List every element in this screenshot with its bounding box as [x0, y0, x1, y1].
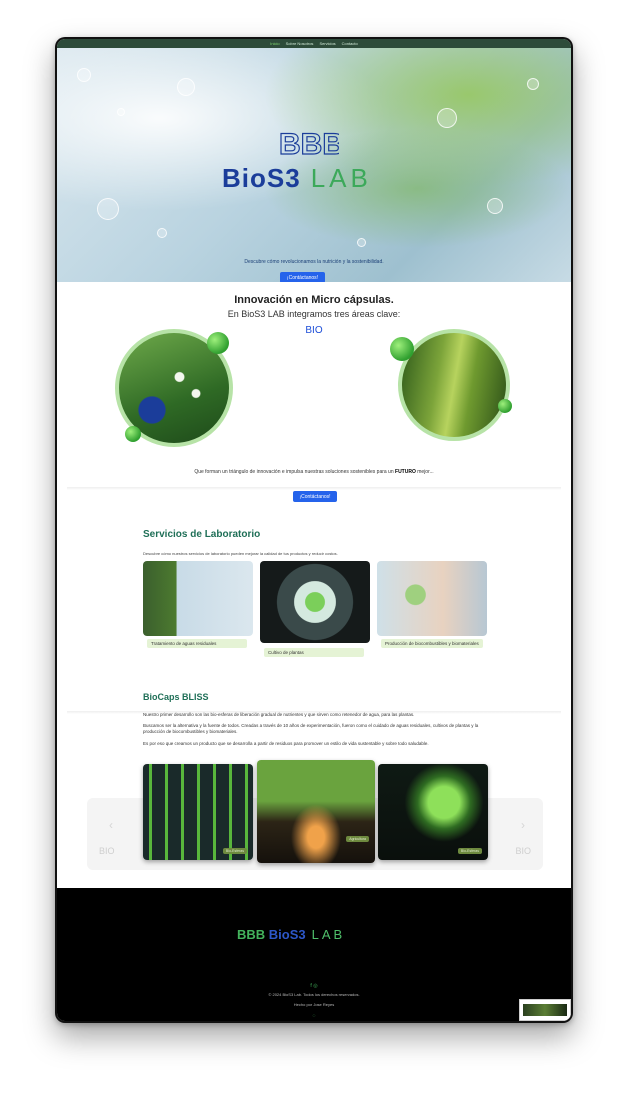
nav-item-sobre-nosotros[interactable]: Sobre Nosotros: [286, 41, 314, 46]
bubble-decoration: [117, 108, 125, 116]
service-card-label: Cultivo de plantas: [264, 648, 364, 657]
section-divider: [67, 487, 561, 490]
thumbnail-image: [523, 1004, 567, 1016]
service-card-water[interactable]: [143, 561, 253, 636]
carousel-prev-icon[interactable]: ‹: [109, 818, 113, 832]
carousel-card-tag: Bio-Esferas: [222, 848, 247, 854]
footer: BBB BioS3 LAB f ◎ © 2024 BioS3 Lab. Todos…: [57, 888, 571, 1021]
carousel-card-tag: Bio-Esferas: [457, 848, 482, 854]
nav-item-contacto[interactable]: Contacto: [342, 41, 358, 46]
biocaps-paragraph: Nuestro primer desarrollo son las bio-es…: [143, 712, 415, 717]
nav-item-servicios[interactable]: Servicios: [319, 41, 335, 46]
logo-lab-text: LAB: [310, 163, 372, 193]
intro-title: Innovación en Micro cápsulas.: [234, 294, 394, 306]
biocaps-title: BioCaps BLISS: [143, 692, 209, 702]
footer-logo: BBB BioS3 LAB: [237, 927, 345, 942]
algae-flask-image: [398, 329, 510, 441]
carousel-side-label: BIO: [515, 846, 531, 856]
bubble-decoration: [97, 198, 119, 220]
bubble-decoration: [437, 108, 457, 128]
hero-contact-button[interactable]: ¡Contáctanos!: [280, 272, 325, 282]
carousel-card[interactable]: Agricultura: [257, 760, 375, 863]
carousel-next-icon[interactable]: ›: [521, 818, 525, 832]
footer-logo-mark: BBB: [237, 927, 266, 942]
intro-subtitle: En BioS3 LAB integramos tres áreas clave…: [227, 309, 401, 319]
bubble-decoration: [177, 78, 195, 96]
intro-contact-button[interactable]: ¡Contáctanos!: [293, 491, 337, 502]
facebook-icon[interactable]: f: [310, 983, 311, 989]
instagram-icon[interactable]: ◎: [313, 983, 317, 989]
service-card-label: Producción de biocombustibles y biomater…: [381, 639, 483, 648]
services-title: Servicios de Laboratorio: [143, 529, 261, 540]
browser-frame: Inicio Sobre Nosotros Servicios Contacto…: [55, 37, 573, 1023]
page: Inicio Sobre Nosotros Servicios Contacto…: [57, 39, 571, 1021]
hero-logo: BioS3 LAB: [222, 163, 372, 194]
logo-bio-text: BioS3: [222, 163, 301, 193]
biocaps-paragraph: Es por eso que creamos un producto que s…: [143, 741, 429, 746]
intro-area-label: BIO: [305, 325, 323, 336]
services-description: Descubre cómo nuestros servicios de labo…: [143, 551, 338, 556]
carousel-card[interactable]: Bio-Esferas: [143, 764, 253, 860]
carousel-side-label: BIO: [99, 846, 115, 856]
nav-item-inicio[interactable]: Inicio: [270, 41, 279, 46]
logo-mark-text: BBB: [279, 128, 339, 158]
triangle-text: Que forman un triángulo de innovación e …: [57, 469, 571, 475]
top-nav: Inicio Sobre Nosotros Servicios Contacto: [57, 39, 571, 48]
bubble-decoration: [487, 198, 503, 214]
bubble-decoration: [527, 78, 539, 90]
footer-logo-bio: BioS3: [268, 927, 306, 942]
bubble-decoration: [357, 238, 366, 247]
service-card-label: Tratamiento de aguas residuales: [147, 639, 247, 648]
hero-section: BBB BioS3 LAB Descubre cómo revolucionamo…: [57, 48, 571, 282]
service-card-biofuels[interactable]: [377, 561, 487, 636]
footer-credit: Hecho por Jose Reyes: [293, 1002, 335, 1007]
carousel-card[interactable]: Bio-Esferas: [378, 764, 488, 860]
triangle-text-after: mejor...: [415, 469, 434, 475]
biocaps-paragraph: Buscamos ser la alternativa y la fuente …: [143, 723, 479, 735]
service-card-plants[interactable]: [260, 561, 370, 643]
footer-logo-lab: LAB: [311, 927, 346, 942]
green-sphere-decoration: [390, 337, 414, 361]
green-sphere-decoration: [498, 399, 512, 413]
whatsapp-icon[interactable]: ◌: [57, 1013, 571, 1019]
triangle-text-bold: FUTURO: [395, 469, 416, 475]
bubble-decoration: [157, 228, 167, 238]
video-thumbnail[interactable]: [519, 999, 571, 1021]
green-sphere-decoration: [207, 332, 229, 354]
footer-social: f ◎: [57, 983, 571, 989]
bubble-decoration: [77, 68, 91, 82]
hero-subtitle: Descubre cómo revolucionamos la nutrició…: [244, 259, 384, 265]
triangle-text-before: Que forman un triángulo de innovación e …: [194, 469, 396, 475]
carousel-card-tag: Agricultura: [346, 836, 369, 842]
green-sphere-decoration: [125, 426, 141, 442]
footer-copyright: © 2024 BioS3 Lab. Todos los derechos res…: [268, 992, 360, 997]
logo-mark-icon: BBB: [279, 128, 339, 158]
